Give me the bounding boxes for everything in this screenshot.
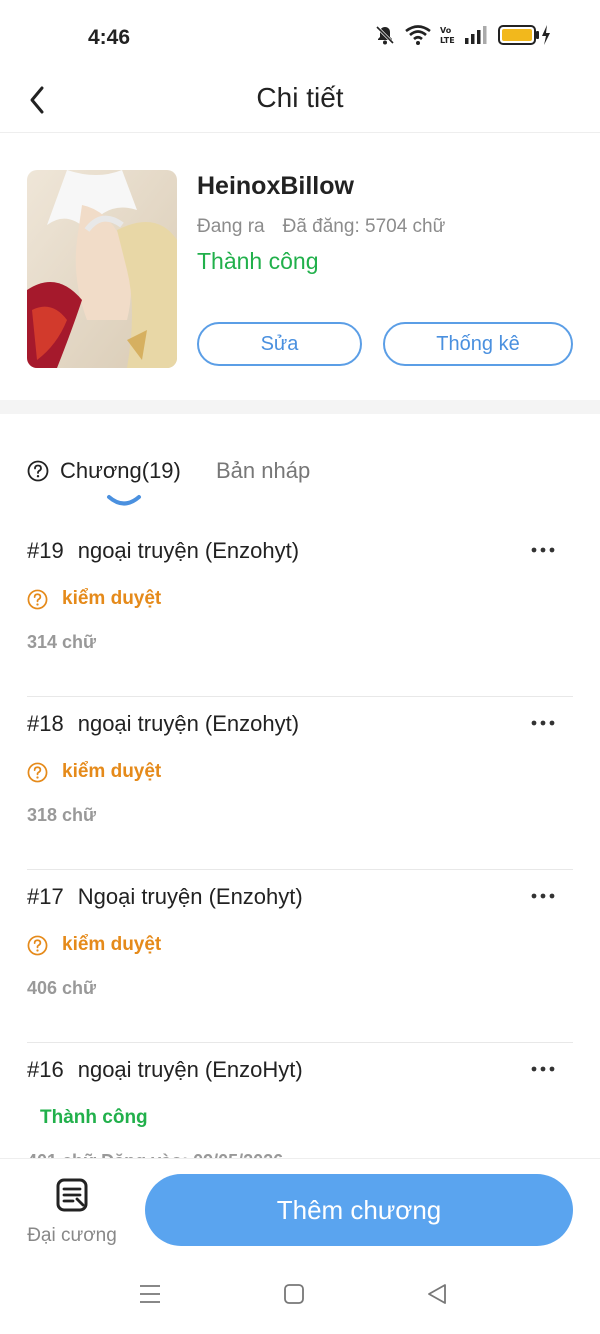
book-status: Thành công bbox=[197, 248, 319, 274]
tab-bar: Chương(19) Bản nháp bbox=[0, 440, 600, 510]
book-posted-count: Đã đăng: 5704 chữ bbox=[282, 216, 446, 237]
top-nav: Chi tiết bbox=[0, 74, 600, 133]
chapter-status: kiểm duyệt bbox=[27, 761, 161, 783]
tab-drafts[interactable]: Bản nháp bbox=[216, 458, 310, 484]
svg-text:LTE: LTE bbox=[440, 36, 455, 45]
book-state: Đang ra bbox=[197, 216, 265, 237]
question-icon bbox=[27, 935, 48, 955]
outline-label: Đại cương bbox=[27, 1225, 117, 1246]
chapter-title: #17 Ngoại truyện (Enzohyt) bbox=[27, 884, 303, 910]
wifi-icon bbox=[405, 25, 431, 45]
book-meta: Đang ra Đã đăng: 5704 chữ bbox=[197, 216, 445, 238]
stats-button[interactable]: Thống kê bbox=[383, 322, 573, 366]
status-bar: 4:46 Vo LTE bbox=[0, 0, 600, 74]
book-cover[interactable] bbox=[27, 170, 177, 368]
page-title: Chi tiết bbox=[256, 82, 344, 113]
signal-icon bbox=[465, 26, 487, 44]
book-name: HeinoxBillow bbox=[197, 172, 354, 200]
edit-button[interactable]: Sửa bbox=[197, 322, 362, 366]
more-icon[interactable] bbox=[531, 890, 555, 902]
chapter-status-label: kiểm duyệt bbox=[62, 761, 162, 782]
chapter-name: Ngoại truyện (Enzohyt) bbox=[77, 884, 303, 909]
status-time: 4:46 bbox=[88, 26, 131, 49]
tab-chapters[interactable]: Chương(19) bbox=[27, 458, 181, 484]
chapter-status: kiểm duyệt bbox=[27, 934, 161, 956]
question-icon bbox=[27, 762, 48, 782]
more-icon[interactable] bbox=[531, 717, 555, 729]
question-icon bbox=[27, 589, 48, 609]
chapter-title: #16 ngoại truyện (EnzoHyt) bbox=[27, 1057, 303, 1083]
menu-icon[interactable] bbox=[139, 1283, 161, 1305]
tab-chapters-label: Chương(19) bbox=[60, 458, 181, 483]
chapter-word-count: 314 chữ bbox=[27, 632, 97, 652]
chapter-status-label: kiểm duyệt bbox=[62, 934, 162, 955]
battery-icon bbox=[498, 25, 550, 45]
chapter-word-count: 318 chữ bbox=[27, 805, 97, 825]
svg-text:Vo: Vo bbox=[440, 26, 452, 35]
system-nav-bar bbox=[0, 1263, 600, 1333]
chapter-name: ngoại truyện (EnzoHyt) bbox=[77, 1057, 303, 1082]
question-icon bbox=[27, 460, 49, 482]
chapter-word-count: 406 chữ bbox=[27, 978, 97, 998]
more-icon[interactable] bbox=[531, 544, 555, 556]
chapter-number: #19 bbox=[27, 538, 64, 563]
chapter-number: #17 bbox=[27, 884, 64, 909]
chapter-number: #16 bbox=[27, 1057, 64, 1082]
volte-icon: Vo LTE bbox=[440, 26, 455, 45]
chapter-status-label: Thành công bbox=[40, 1107, 148, 1128]
chapter-name: ngoại truyện (Enzohyt) bbox=[77, 538, 300, 563]
chapter-item[interactable]: #19 ngoại truyện (Enzohyt) kiểm duyệt 314… bbox=[0, 524, 600, 697]
status-icons: Vo LTE bbox=[374, 24, 552, 46]
tab-indicator bbox=[107, 495, 141, 506]
chapter-number: #18 bbox=[27, 711, 64, 736]
bell-off-icon bbox=[375, 25, 395, 45]
chapter-title: #19 ngoại truyện (Enzohyt) bbox=[27, 538, 299, 564]
outline-doc-icon bbox=[56, 1178, 88, 1212]
chapter-status: Thành công bbox=[27, 1107, 148, 1129]
add-chapter-button[interactable]: Thêm chương bbox=[145, 1174, 573, 1246]
bottom-bar: Đại cương Thêm chương bbox=[0, 1158, 600, 1334]
outline-button[interactable]: Đại cương bbox=[22, 1177, 122, 1247]
chapter-status: kiểm duyệt bbox=[27, 588, 161, 610]
book-info: HeinoxBillow Đang ra Đã đăng: 5704 chữ Th… bbox=[0, 132, 600, 400]
chapter-item[interactable]: #18 ngoại truyện (Enzohyt) kiểm duyệt 318… bbox=[0, 697, 600, 870]
section-separator bbox=[0, 400, 600, 414]
chapter-status-label: kiểm duyệt bbox=[62, 588, 162, 609]
more-icon[interactable] bbox=[531, 1063, 555, 1075]
home-icon[interactable] bbox=[283, 1283, 305, 1305]
chapter-item[interactable]: #17 Ngoại truyện (Enzohyt) kiểm duyệt 406… bbox=[0, 870, 600, 1043]
chapter-name: ngoại truyện (Enzohyt) bbox=[77, 711, 300, 736]
chapter-title: #18 ngoại truyện (Enzohyt) bbox=[27, 711, 299, 737]
back-nav-icon[interactable] bbox=[426, 1283, 448, 1305]
